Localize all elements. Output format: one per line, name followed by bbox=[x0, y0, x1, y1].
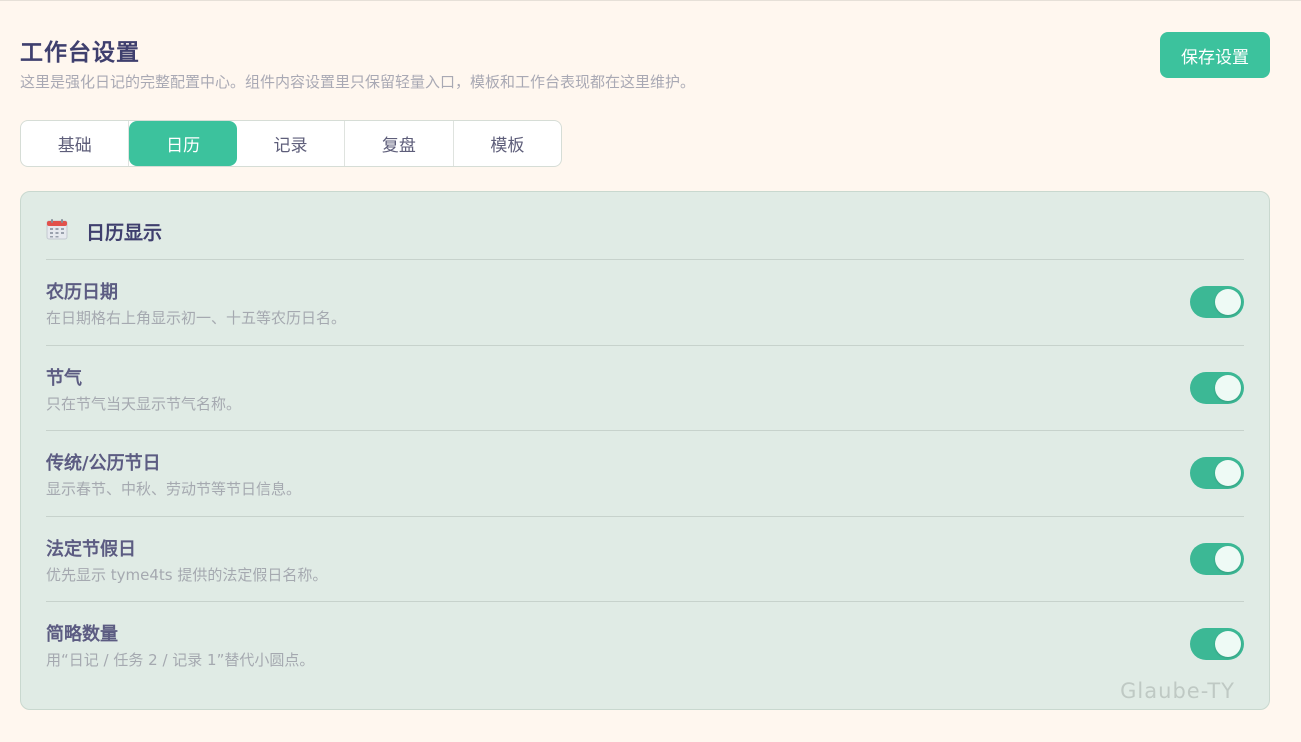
holidays-toggle[interactable] bbox=[1190, 542, 1244, 575]
tab-records[interactable]: 记录 bbox=[237, 121, 346, 166]
watermark: Glaube-TY bbox=[1120, 679, 1235, 703]
setting-label: 传统/公历节日 bbox=[46, 453, 161, 474]
card-title: 日历显示 bbox=[86, 222, 163, 244]
tab-calendar[interactable]: 日历 bbox=[129, 121, 237, 166]
solar-terms-toggle[interactable] bbox=[1190, 371, 1244, 404]
calendar-display-card: 日历显示 农历日期 在日期格右上角显示初一、十五等农历日名。 节气 只在节气当天… bbox=[20, 191, 1270, 710]
setting-description: 只在节气当天显示节气名称。 bbox=[46, 394, 242, 413]
setting-row-solar-terms: 节气 只在节气当天显示节气名称。 bbox=[46, 346, 1244, 431]
page-subtitle: 这里是强化日记的完整配置中心。组件内容设置里只保留轻量入口，模板和工作台表现都在… bbox=[20, 73, 696, 91]
settings-tabs: 基础 日历 记录 复盘 模板 bbox=[20, 120, 562, 167]
setting-description: 优先显示 tyme4ts 提供的法定假日名称。 bbox=[46, 565, 328, 584]
setting-description: 用“日记 / 任务 2 / 记录 1”替代小圆点。 bbox=[46, 651, 315, 669]
setting-label: 简略数量 bbox=[46, 624, 118, 645]
save-settings-button[interactable]: 保存设置 bbox=[1160, 32, 1270, 78]
card-header: 日历显示 bbox=[46, 216, 1244, 260]
toggle-knob bbox=[1215, 460, 1241, 486]
tab-basic[interactable]: 基础 bbox=[21, 121, 130, 166]
setting-row-holidays: 法定节假日 优先显示 tyme4ts 提供的法定假日名称。 bbox=[46, 517, 1244, 602]
settings-page: 工作台设置 这里是强化日记的完整配置中心。组件内容设置里只保留轻量入口，模板和工… bbox=[0, 0, 1301, 742]
setting-label: 法定节假日 bbox=[46, 538, 136, 560]
page-title: 工作台设置 bbox=[20, 40, 140, 66]
toggle-knob bbox=[1215, 374, 1241, 401]
setting-row-brief-count: 简略数量 用“日记 / 任务 2 / 记录 1”替代小圆点。 bbox=[46, 602, 1244, 688]
setting-description: 显示春节、中秋、劳动节等节日信息。 bbox=[46, 480, 302, 498]
calendar-icon bbox=[46, 219, 68, 240]
setting-rows: 农历日期 在日期格右上角显示初一、十五等农历日名。 节气 只在节气当天显示节气名… bbox=[46, 260, 1244, 688]
lunar-date-toggle[interactable] bbox=[1190, 286, 1244, 318]
toggle-knob bbox=[1215, 545, 1241, 572]
setting-row-festivals: 传统/公历节日 显示春节、中秋、劳动节等节日信息。 bbox=[46, 431, 1244, 517]
setting-row-lunar-date: 农历日期 在日期格右上角显示初一、十五等农历日名。 bbox=[46, 260, 1244, 346]
tab-review[interactable]: 复盘 bbox=[345, 121, 454, 166]
toggle-knob bbox=[1215, 289, 1241, 315]
toggle-knob bbox=[1215, 631, 1241, 657]
festivals-toggle[interactable] bbox=[1190, 457, 1244, 489]
setting-label: 农历日期 bbox=[46, 282, 118, 303]
setting-label: 节气 bbox=[46, 367, 82, 389]
setting-description: 在日期格右上角显示初一、十五等农历日名。 bbox=[46, 309, 347, 327]
tab-templates[interactable]: 模板 bbox=[454, 121, 561, 166]
page-header: 工作台设置 这里是强化日记的完整配置中心。组件内容设置里只保留轻量入口，模板和工… bbox=[20, 32, 1270, 93]
brief-count-toggle[interactable] bbox=[1190, 628, 1244, 660]
